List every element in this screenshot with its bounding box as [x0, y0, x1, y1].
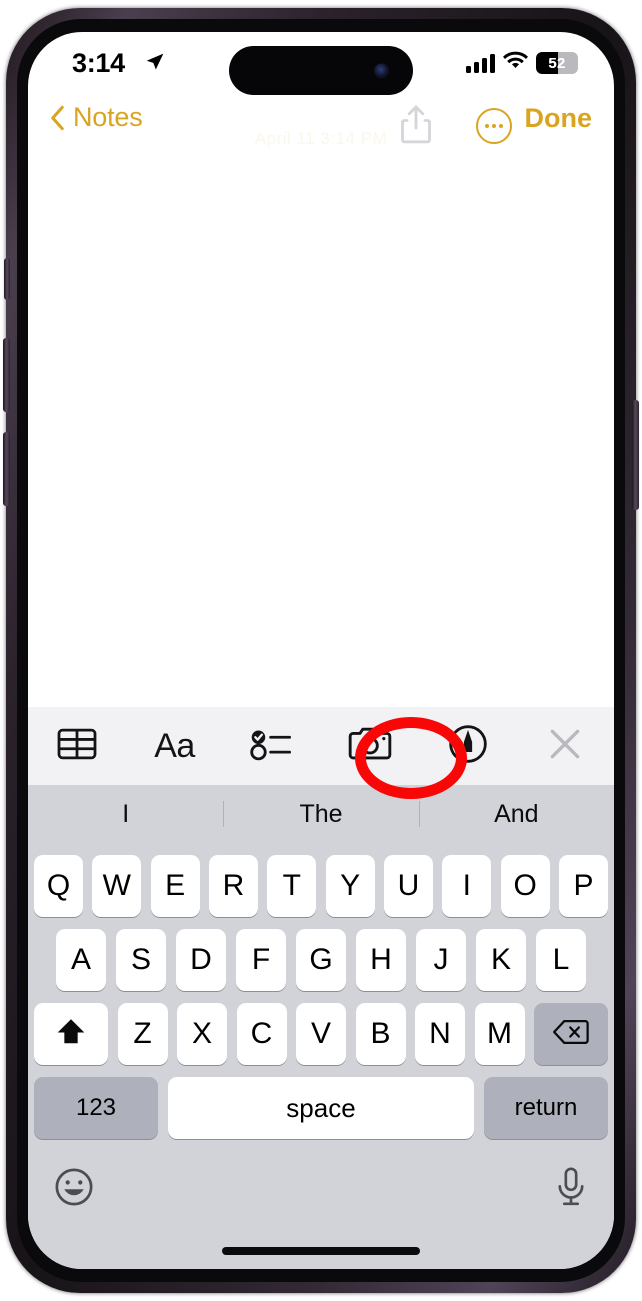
status-bar: 3:14 52 — [28, 32, 614, 95]
key-b[interactable]: B — [355, 1003, 406, 1065]
key-v[interactable]: V — [296, 1003, 346, 1065]
status-time: 3:14 — [72, 48, 125, 78]
keyboard-bottom-row — [28, 1151, 614, 1221]
key-o[interactable]: O — [500, 855, 550, 917]
ellipsis-dot — [492, 124, 496, 128]
camera-button[interactable] — [321, 707, 419, 785]
prediction-item[interactable]: I — [28, 800, 223, 829]
prediction-item[interactable]: The — [223, 800, 418, 829]
ellipsis-dot — [499, 124, 503, 128]
key-y[interactable]: Y — [325, 855, 375, 917]
key-x[interactable]: X — [177, 1003, 227, 1065]
phone-frame: 3:14 52 Notes Done April 11 3:14 PM Aa I… — [3, 8, 639, 1293]
return-key[interactable]: return — [484, 1077, 608, 1139]
front-camera-sensor — [374, 63, 389, 78]
shift-arrow-icon — [55, 1016, 87, 1053]
key-a[interactable]: A — [56, 929, 106, 991]
home-indicator[interactable] — [222, 1247, 420, 1255]
key-t[interactable]: T — [267, 855, 317, 917]
markup-button[interactable] — [419, 707, 517, 785]
key-j[interactable]: J — [416, 929, 466, 991]
microphone-icon — [554, 1166, 588, 1212]
predictive-text-bar: I The And — [28, 785, 614, 843]
key-f[interactable]: F — [236, 929, 286, 991]
key-l[interactable]: L — [536, 929, 586, 991]
key-g[interactable]: G — [296, 929, 346, 991]
key-c[interactable]: C — [236, 1003, 287, 1065]
key-n[interactable]: N — [415, 1003, 465, 1065]
key-p[interactable]: P — [558, 855, 608, 917]
backspace-delete-icon — [552, 1017, 590, 1052]
backspace-key[interactable] — [534, 1003, 608, 1065]
cellular-signal-icon — [466, 53, 495, 73]
table-button[interactable] — [28, 707, 126, 785]
close-x-icon — [546, 725, 584, 768]
emoji-key[interactable] — [54, 1167, 94, 1212]
key-h[interactable]: H — [356, 929, 406, 991]
shift-key[interactable] — [34, 1003, 108, 1065]
key-z[interactable]: Z — [117, 1003, 168, 1065]
power-button[interactable] — [632, 400, 639, 510]
on-screen-keyboard: Q W E R T Y U I O P A S D F G H J K L Z … — [28, 843, 614, 1269]
battery-indicator: 52 — [536, 52, 578, 74]
key-i[interactable]: I — [442, 855, 492, 917]
prediction-item[interactable]: And — [419, 800, 614, 829]
key-e[interactable]: E — [150, 855, 200, 917]
checklist-button[interactable] — [223, 707, 321, 785]
close-toolbar-button[interactable] — [516, 707, 614, 785]
key-m[interactable]: M — [474, 1003, 525, 1065]
note-text-area[interactable] — [28, 154, 614, 707]
chevron-left-icon — [50, 105, 65, 131]
keyboard-row-3: Z X C V B N M — [28, 1003, 614, 1065]
emoji-smiley-icon — [54, 1168, 94, 1211]
volume-down-button[interactable] — [3, 432, 10, 506]
dictation-key[interactable] — [554, 1166, 588, 1213]
key-s[interactable]: S — [116, 929, 166, 991]
keyboard-row-2: A S D F G H J K L — [28, 929, 614, 991]
key-k[interactable]: K — [476, 929, 526, 991]
key-w[interactable]: W — [92, 855, 142, 917]
location-arrow-icon — [145, 52, 165, 72]
camera-icon — [347, 726, 393, 766]
silent-switch[interactable] — [4, 258, 10, 300]
status-indicators: 52 — [466, 50, 578, 76]
numbers-key[interactable]: 123 — [34, 1077, 158, 1139]
text-format-button[interactable]: Aa — [126, 707, 224, 785]
note-date-watermark: April 11 3:14 PM — [254, 129, 388, 148]
markup-pen-icon — [448, 724, 488, 769]
battery-level-text: 52 — [548, 54, 566, 72]
space-key[interactable]: space — [168, 1077, 474, 1139]
key-d[interactable]: D — [176, 929, 226, 991]
keyboard-row-1: Q W E R T Y U I O P — [28, 843, 614, 917]
phone-screen: 3:14 52 Notes Done April 11 3:14 PM Aa I… — [28, 32, 614, 1269]
key-u[interactable]: U — [383, 855, 433, 917]
note-format-toolbar: Aa — [28, 707, 614, 785]
ellipsis-dot — [485, 124, 489, 128]
checklist-icon — [249, 726, 295, 767]
key-q[interactable]: Q — [34, 855, 83, 917]
dynamic-island — [229, 46, 413, 95]
wifi-icon — [503, 50, 528, 76]
volume-up-button[interactable] — [3, 338, 10, 412]
table-icon — [56, 726, 98, 767]
keyboard-row-4: 123 space return — [28, 1077, 614, 1139]
aa-text-format-icon: Aa — [154, 726, 195, 765]
key-r[interactable]: R — [208, 855, 258, 917]
